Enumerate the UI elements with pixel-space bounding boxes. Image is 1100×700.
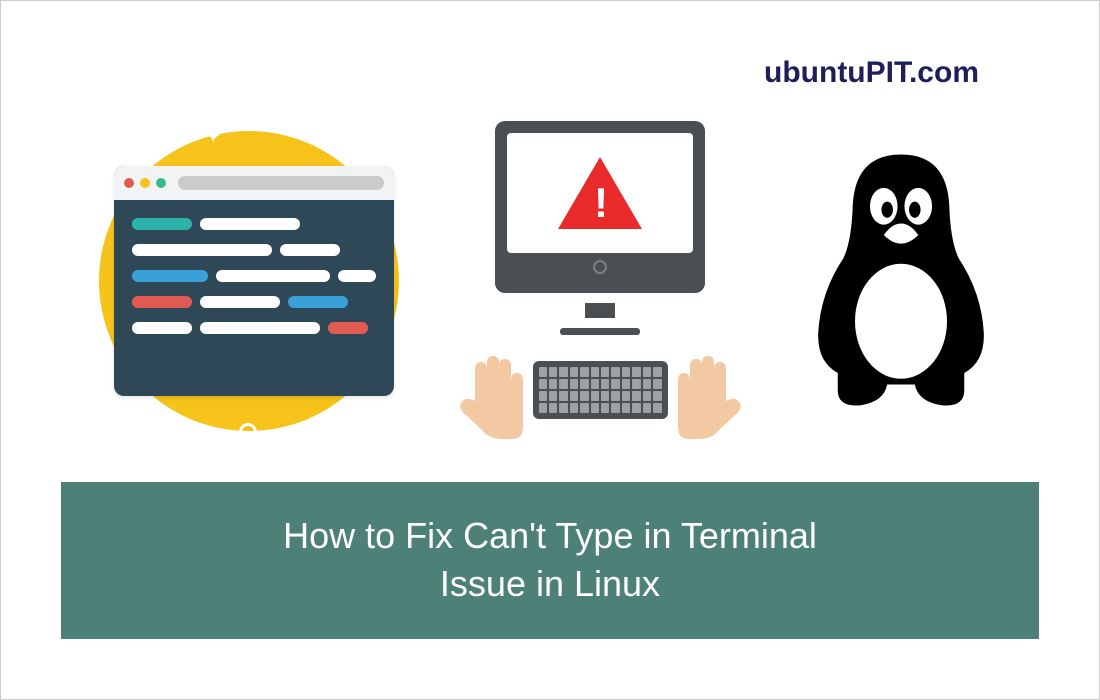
address-bar-icon [178,176,384,190]
tux-penguin-icon [786,141,1016,421]
title-banner: How to Fix Can't Type in Terminal Issue … [61,482,1039,639]
left-hand-icon [453,351,533,441]
ring-dot-icon [239,423,257,441]
terminal-illustration: ✦ [84,111,414,451]
power-button-icon [593,260,607,274]
terminal-window-icon [114,166,394,396]
window-max-dot [156,178,166,188]
monitor-button-row [507,253,693,281]
sparkle-icon: ✦ [204,123,222,149]
monitor-icon [495,121,705,293]
warning-triangle-icon [558,157,642,229]
keyboard-hands-row [453,351,748,441]
keyboard-icon [533,361,668,419]
right-hand-icon [668,351,748,441]
terminal-body [114,200,394,366]
window-close-dot [124,178,134,188]
monitor-stand [585,303,615,318]
illustration-row: ✦ [1,91,1099,471]
screen [507,133,693,253]
title-line-2: Issue in Linux [101,560,999,609]
window-min-dot [140,178,150,188]
window-titlebar [114,166,394,200]
computer-error-illustration [460,121,740,441]
title-line-1: How to Fix Can't Type in Terminal [101,512,999,561]
monitor-stand-base [560,328,640,335]
brand-text: ubuntuPIT.com [764,56,979,90]
